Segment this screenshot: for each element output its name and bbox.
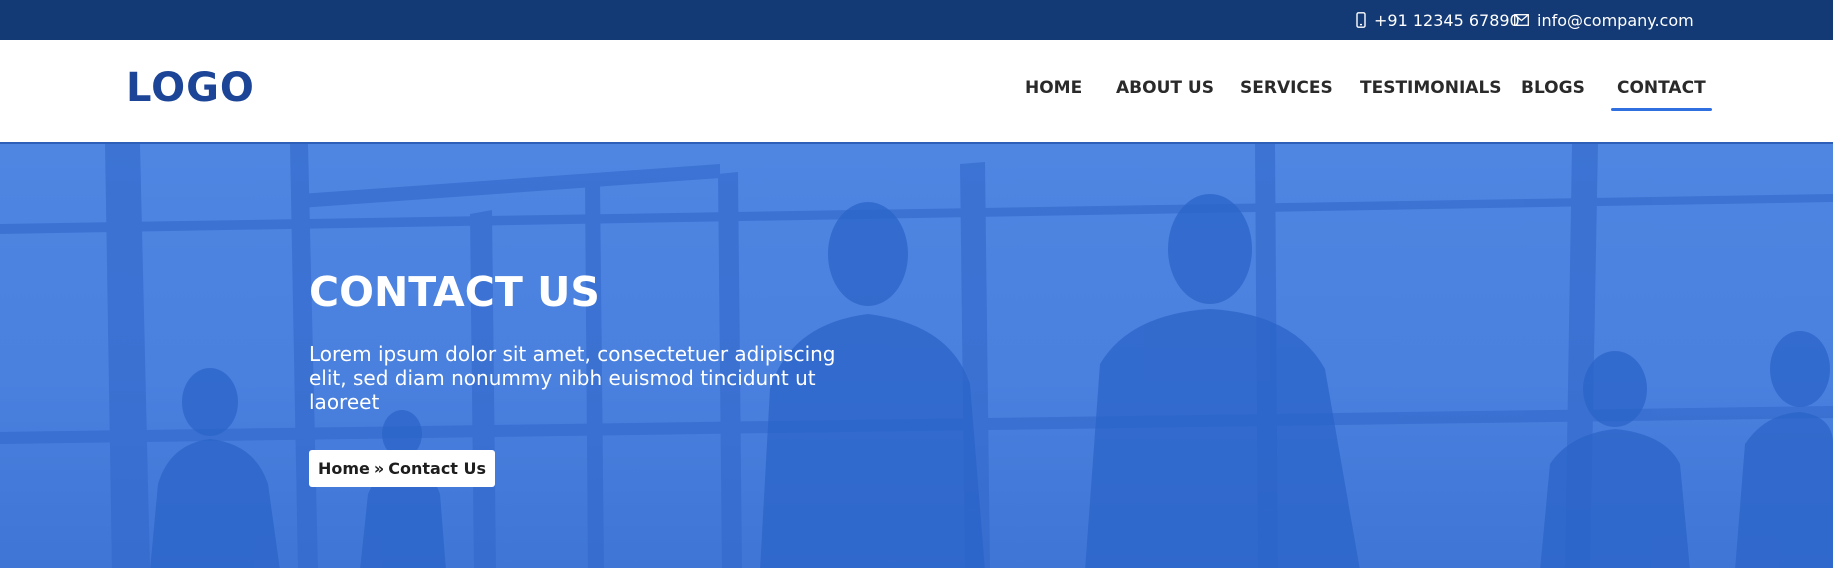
nav-testimonials[interactable]: TESTIMONIALS bbox=[1360, 80, 1502, 97]
breadcrumb-home-link[interactable]: Home bbox=[318, 459, 370, 478]
breadcrumb-separator: » bbox=[373, 459, 385, 478]
hero-description: Lorem ipsum dolor sit amet, consectetuer… bbox=[309, 342, 836, 414]
breadcrumb-current: Contact Us bbox=[388, 459, 487, 478]
nav-home[interactable]: HOME bbox=[1025, 80, 1082, 97]
breadcrumb: Home » Contact Us bbox=[309, 450, 496, 487]
nav-services[interactable]: SERVICES bbox=[1240, 80, 1333, 97]
nav-contact[interactable]: CONTACT bbox=[1611, 80, 1712, 111]
phone-contact[interactable]: +91 12345 67890 bbox=[1356, 0, 1520, 40]
nav-about-us[interactable]: ABOUT US bbox=[1116, 80, 1214, 97]
page-bottom-strip bbox=[0, 568, 1833, 572]
phone-number: +91 12345 67890 bbox=[1374, 10, 1520, 30]
hero-background-image bbox=[0, 144, 1833, 568]
page-title: CONTACT US bbox=[309, 268, 600, 316]
site-header: LOGO HOME ABOUT US SERVICES TESTIMONIALS… bbox=[0, 40, 1833, 142]
top-contact-bar: +91 12345 67890 info@company.com bbox=[0, 0, 1833, 40]
email-address: info@company.com bbox=[1537, 10, 1694, 30]
hero-banner: CONTACT US Lorem ipsum dolor sit amet, c… bbox=[0, 142, 1833, 568]
site-logo[interactable]: LOGO bbox=[126, 68, 255, 108]
nav-blogs[interactable]: BLOGS bbox=[1521, 80, 1585, 97]
email-contact[interactable]: info@company.com bbox=[1514, 0, 1694, 40]
envelope-icon bbox=[1514, 14, 1529, 26]
mobile-phone-icon bbox=[1356, 12, 1366, 28]
